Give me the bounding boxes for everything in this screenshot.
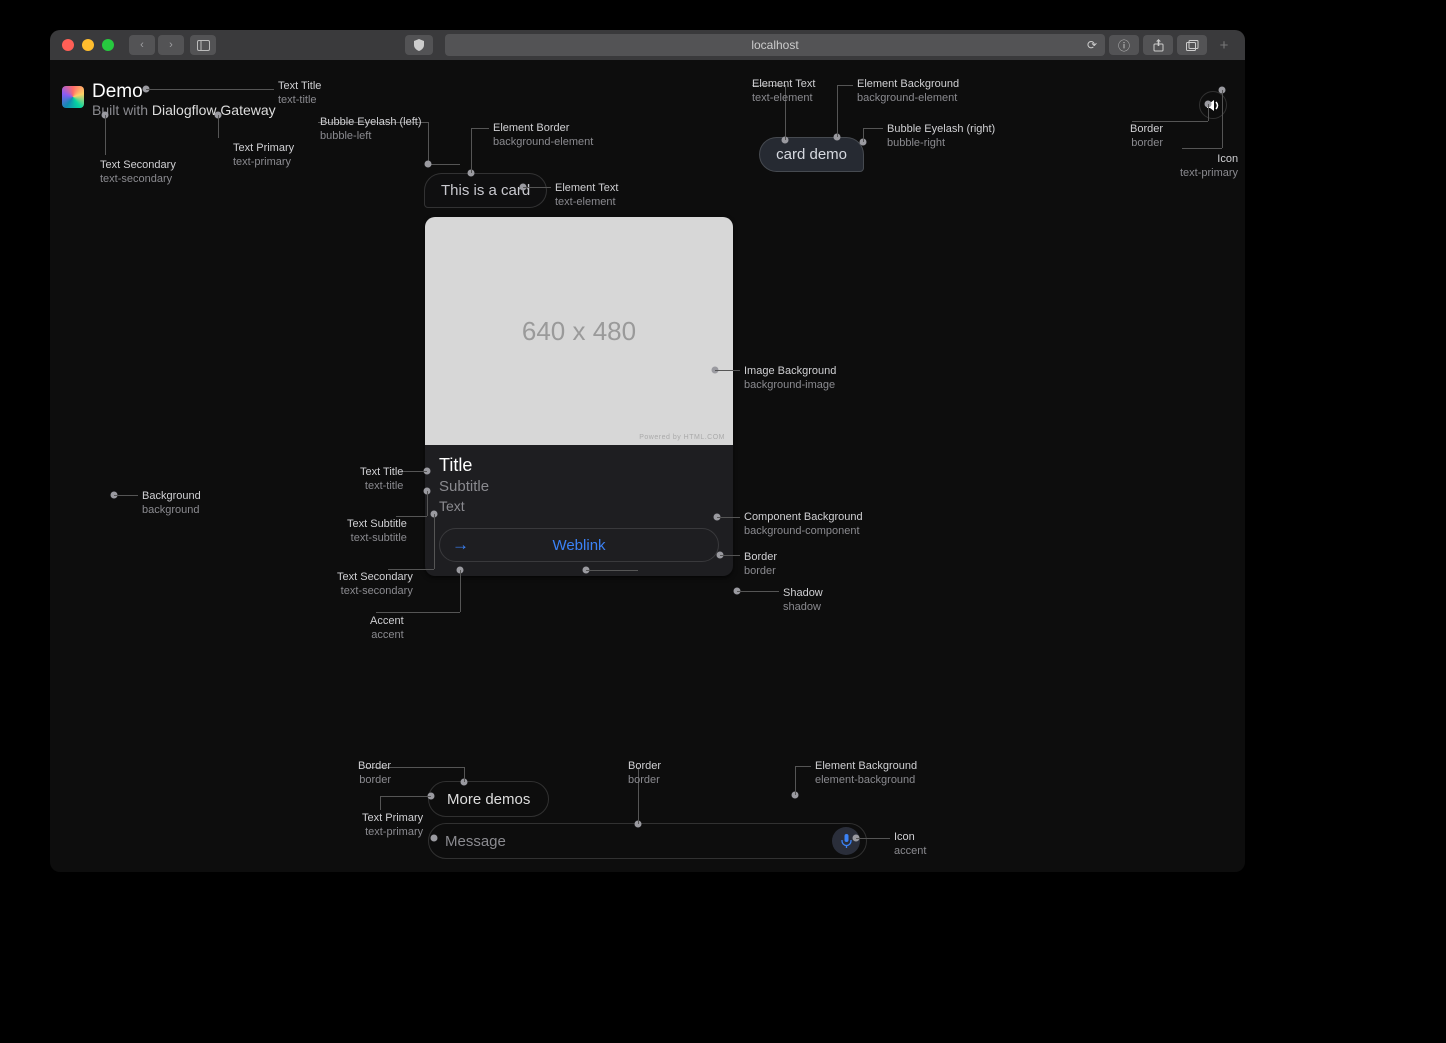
page-content: Demo Built with Dialogflow Gateway card … xyxy=(50,60,1245,872)
annotation: Backgroundbackground xyxy=(142,490,201,518)
password-shield-button[interactable] xyxy=(405,35,433,55)
annotation: Bubble Eyelash (right)bubble-right xyxy=(887,123,995,151)
card-subtitle: Subtitle xyxy=(439,478,719,495)
maximize-window-button[interactable] xyxy=(102,39,114,51)
url-text: localhost xyxy=(751,38,798,52)
annotation: Text Secondarytext-secondary xyxy=(100,159,176,187)
card-image-placeholder: 640 x 480 Powered by HTML.COM xyxy=(425,217,733,445)
message-placeholder: Message xyxy=(445,833,506,850)
annotation: Text Primarytext-primary xyxy=(233,142,294,170)
reload-icon[interactable]: ⟳ xyxy=(1087,38,1097,52)
annotation: Shadowshadow xyxy=(783,587,823,615)
annotation: Iconaccent xyxy=(894,831,926,859)
annotation: Borderborder xyxy=(1130,123,1163,151)
annotation: Element Texttext-element xyxy=(752,78,815,106)
mic-icon xyxy=(841,834,852,849)
card-text: Text xyxy=(439,498,719,514)
app-title: Demo xyxy=(92,82,276,103)
annotation: Text Subtitletext-subtitle xyxy=(347,518,407,546)
annotation: Element Borderbackground-element xyxy=(493,122,593,150)
annotation: Image Backgroundbackground-image xyxy=(744,365,836,393)
card-button-label: Weblink xyxy=(552,537,605,554)
close-window-button[interactable] xyxy=(62,39,74,51)
annotation: Borderborder xyxy=(358,760,391,788)
annotation: Element Texttext-element xyxy=(555,182,618,210)
annotation: Icontext-primary xyxy=(1180,153,1238,181)
user-message-text: card demo xyxy=(776,146,847,163)
new-tab-button[interactable]: + xyxy=(1215,36,1233,54)
reader-button[interactable]: ⓘ xyxy=(1109,35,1139,55)
minimize-window-button[interactable] xyxy=(82,39,94,51)
suggestion-chip[interactable]: More demos xyxy=(428,781,549,817)
annotation: Element Backgroundbackground-element xyxy=(857,78,959,106)
bot-message-bubble: This is a card xyxy=(424,173,547,208)
url-bar[interactable]: localhost ⟳ xyxy=(445,34,1105,56)
annotation: Text Titletext-title xyxy=(360,466,403,494)
user-message-bubble: card demo xyxy=(759,137,864,172)
message-input[interactable]: Message xyxy=(428,823,867,859)
annotation: Accentaccent xyxy=(370,615,404,643)
window-controls xyxy=(62,39,114,51)
forward-button[interactable]: › xyxy=(158,35,184,55)
annotation: Text Primarytext-primary xyxy=(362,812,423,840)
annotation: Text Titletext-title xyxy=(278,80,321,108)
annotation: Component Backgroundbackground-component xyxy=(744,511,863,539)
annotation: Borderborder xyxy=(628,760,661,788)
annotation: Borderborder xyxy=(744,551,777,579)
app-logo xyxy=(62,86,84,108)
annotation: Bubble Eyelash (left)bubble-left xyxy=(320,116,422,144)
card-weblink-button[interactable]: → Weblink xyxy=(439,528,719,562)
card-title: Title xyxy=(439,455,719,476)
share-button[interactable] xyxy=(1143,35,1173,55)
annotation: Element Backgroundelement-background xyxy=(815,760,917,788)
back-button[interactable]: ‹ xyxy=(129,35,155,55)
app-header: Demo Built with Dialogflow Gateway xyxy=(62,82,276,118)
bot-message-text: This is a card xyxy=(441,182,530,199)
card-image-badge: Powered by HTML.COM xyxy=(639,434,725,441)
browser-window: ‹ › localhost ⟳ ⓘ + Demo xyxy=(50,30,1245,872)
browser-titlebar: ‹ › localhost ⟳ ⓘ + xyxy=(50,30,1245,60)
app-subtitle: Built with Dialogflow Gateway xyxy=(92,103,276,118)
tabs-button[interactable] xyxy=(1177,35,1207,55)
sidebar-toggle-button[interactable] xyxy=(190,35,216,55)
arrow-right-icon: → xyxy=(452,535,469,555)
annotation: Text Secondarytext-secondary xyxy=(337,571,413,599)
suggestion-label: More demos xyxy=(447,791,530,808)
response-card: 640 x 480 Powered by HTML.COM Title Subt… xyxy=(425,217,733,576)
